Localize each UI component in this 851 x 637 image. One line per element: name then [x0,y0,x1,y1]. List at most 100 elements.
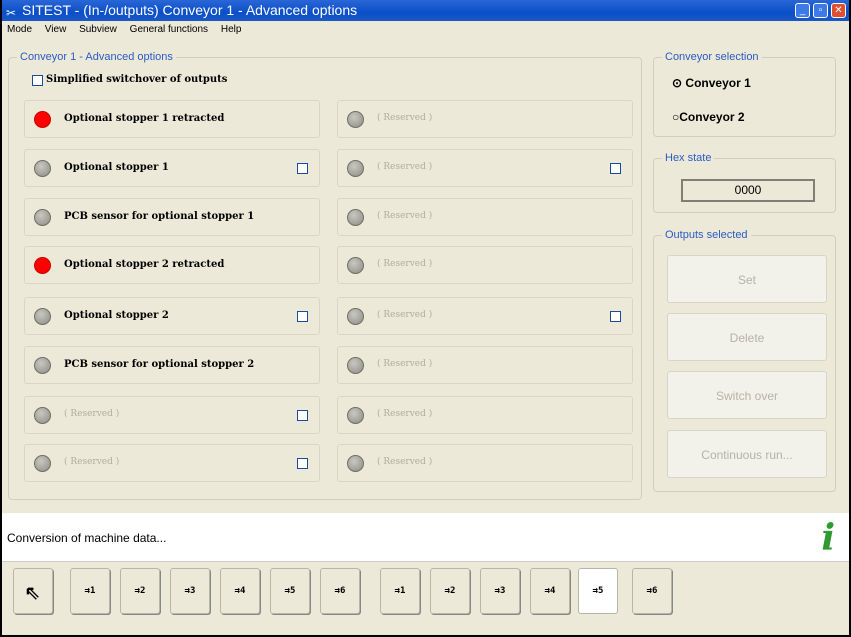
io-label: ( Reserved ) [377,259,433,269]
io-label: ( Reserved ) [377,359,433,369]
menu-view[interactable]: View [45,24,67,35]
menu-general-functions[interactable]: General functions [130,24,208,35]
arrow-icon: ⇖ [25,576,41,606]
set-button[interactable]: Set [667,255,827,303]
module-number: 4 [550,586,556,596]
module-number: 1 [90,586,96,596]
left-io-row: Optional stopper 1 [24,149,320,187]
right-io-row: ( Reserved ) [337,297,633,335]
hex-state-group: Hex state 0000 [653,152,836,213]
left-io-row: PCB sensor for optional stopper 2 [24,346,320,384]
menu-subview[interactable]: Subview [79,24,117,35]
conveyor-selection-title: Conveyor selection [662,51,762,63]
right-io-row: ( Reserved ) [337,246,633,284]
continuous-run-button[interactable]: Continuous run... [667,430,827,478]
output-checkbox[interactable] [610,311,621,322]
close-button[interactable]: ✕ [831,3,846,18]
group-title: Conveyor 1 - Advanced options [17,51,176,63]
outputs-selected-title: Outputs selected [662,229,751,241]
conveyor-io-button[interactable]: ⇉3 [170,568,210,614]
radio-conveyor-2[interactable]: ○Conveyor 2 [672,110,745,124]
conveyor-io-button[interactable]: ⇉2 [120,568,160,614]
radio-label: Conveyor 2 [679,110,745,124]
output-checkbox[interactable] [297,163,308,174]
status-led-icon [347,209,364,226]
menu-bar: Mode View Subview General functions Help [2,21,849,38]
delete-button[interactable]: Delete [667,313,827,361]
module-number: 5 [290,586,296,596]
module-number: 3 [190,586,196,596]
hex-state-value: 0000 [681,179,815,202]
io-label: Optional stopper 1 retracted [64,113,225,124]
conveyor-io-button[interactable]: ⇉6 [320,568,360,614]
conveyor-io-button[interactable]: ⇉1 [70,568,110,614]
app-icon: ✂ [6,6,17,20]
pointer-tool-button[interactable]: ⇖ [13,568,53,614]
status-led-icon [34,160,51,177]
conveyor-io-button[interactable]: ⇉4 [220,568,260,614]
module-number: 2 [450,586,456,596]
window: ✂ SITEST - (In-/outputs) Conveyor 1 - Ad… [2,0,849,635]
status-led-icon [347,111,364,128]
menu-help[interactable]: Help [221,24,242,35]
module-number: 6 [340,586,346,596]
conveyor-io-button[interactable]: ⇉3 [480,568,520,614]
module-number: 6 [652,586,658,596]
module-number: 2 [140,586,146,596]
title-bar: ✂ SITEST - (In-/outputs) Conveyor 1 - Ad… [2,0,849,21]
maximize-button[interactable]: ▫ [813,3,828,18]
left-io-row: Optional stopper 2 [24,297,320,335]
status-led-icon [347,160,364,177]
module-number: 1 [400,586,406,596]
io-label: ( Reserved ) [377,457,433,467]
io-label: ( Reserved ) [377,409,433,419]
status-led-icon [347,257,364,274]
right-io-row: ( Reserved ) [337,198,633,236]
right-io-row: ( Reserved ) [337,396,633,434]
radio-selected-icon: ⊙ [672,76,683,90]
conveyor-io-button[interactable]: ⇉4 [530,568,570,614]
conveyor-io-button[interactable]: ⇉5 [270,568,310,614]
conveyor-io-button[interactable]: ⇉1 [380,568,420,614]
conveyor-selection-group: Conveyor selection ⊙ Conveyor 1 ○Conveyo… [653,51,836,137]
conveyor-io-button[interactable]: ⇉6 [632,568,672,614]
output-checkbox[interactable] [297,410,308,421]
right-io-row: ( Reserved ) [337,346,633,384]
info-icon[interactable]: i [821,517,835,559]
status-led-icon [34,357,51,374]
output-checkbox[interactable] [610,163,621,174]
io-label: Optional stopper 2 retracted [64,259,225,270]
minimize-button[interactable]: _ [795,3,810,18]
module-number: 5 [598,586,604,596]
status-message: Conversion of machine data... [7,531,167,545]
conveyor-io-button[interactable]: ⇉2 [430,568,470,614]
output-checkbox[interactable] [297,458,308,469]
output-checkbox[interactable] [297,311,308,322]
io-label: ( Reserved ) [64,457,120,467]
right-io-row: ( Reserved ) [337,149,633,187]
left-io-row: Optional stopper 1 retracted [24,100,320,138]
status-area: Conversion of machine data... i [2,513,849,561]
module-number: 4 [240,586,246,596]
conveyor-io-button[interactable]: ⇉5 [578,568,618,614]
status-led-icon [34,308,51,325]
menu-mode[interactable]: Mode [7,24,32,35]
toolbar: ⇖ ⇉1 ⇉2 ⇉3 ⇉4 ⇉5 ⇉6 ⇉1 ⇉2 ⇉3 ⇉4 ⇉5 ⇉6 [2,561,849,621]
radio-conveyor-1[interactable]: ⊙ Conveyor 1 [672,76,751,90]
io-label: ( Reserved ) [377,113,433,123]
simplified-switchover-checkbox[interactable] [32,75,43,86]
status-led-icon [347,308,364,325]
io-label: Optional stopper 1 [64,162,169,173]
status-led-icon [347,455,364,472]
radio-label: Conveyor 1 [685,76,751,90]
status-led-icon [34,209,51,226]
io-label: PCB sensor for optional stopper 2 [64,359,255,370]
simplified-switchover-label: Simplified switchover of outputs [46,74,228,85]
io-label: ( Reserved ) [64,409,120,419]
switch-over-button[interactable]: Switch over [667,371,827,419]
outputs-selected-group: Outputs selected Set Delete Switch over … [653,229,836,492]
left-io-row: ( Reserved ) [24,396,320,434]
io-label: PCB sensor for optional stopper 1 [64,211,255,222]
window-title: SITEST - (In-/outputs) Conveyor 1 - Adva… [22,2,358,18]
left-io-row: PCB sensor for optional stopper 1 [24,198,320,236]
